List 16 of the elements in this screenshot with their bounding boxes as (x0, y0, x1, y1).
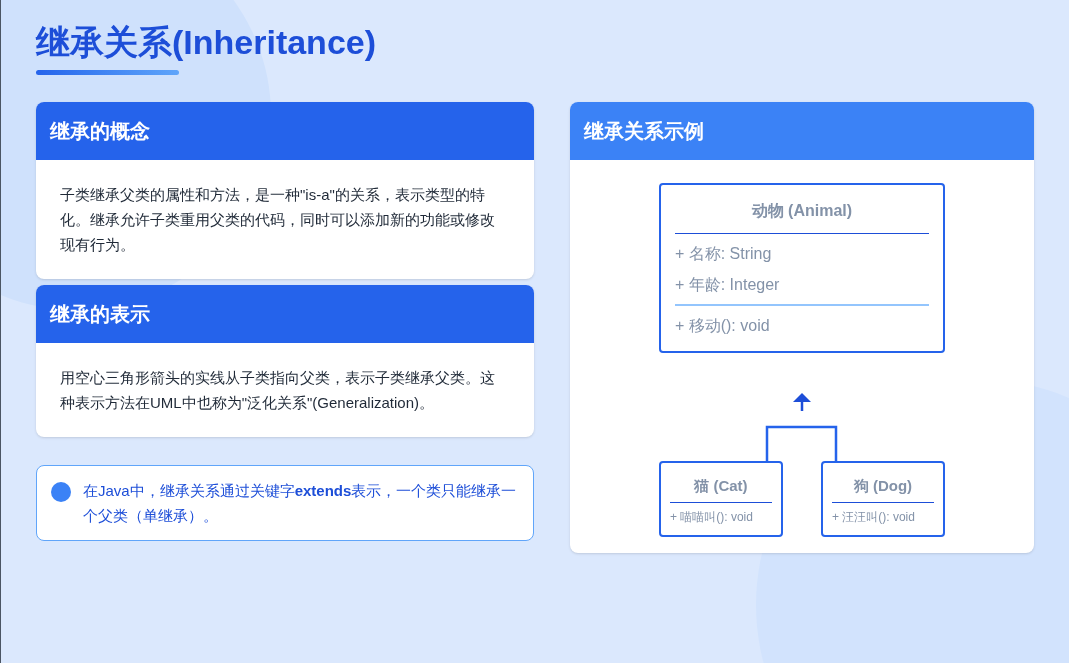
class-method: + 移动(): void (674, 316, 771, 336)
card-heading: 继承关系示例 (583, 119, 704, 144)
class-name: 猫 (Cat) (669, 475, 772, 503)
card-heading: 继承的概念 (50, 119, 150, 144)
class-name: 动物 (Animal) (674, 199, 929, 234)
card-heading: 继承的表示 (50, 302, 150, 327)
inheritance-arrow (792, 393, 811, 411)
note-text: 在Java中，继承关系通过关键字extends表示，一个类只能继承一个父类（单继承）。 (83, 481, 518, 526)
class-method: + 喵喵叫(): void (669, 508, 754, 526)
class-attribute: + 年龄: Integer (674, 275, 781, 295)
class-method: + 汪汪叫(): void (831, 508, 916, 526)
page-title: 继承关系(Inheritance) (36, 22, 377, 63)
class-attribute: + 名称: String (674, 244, 773, 264)
card-body-text: 子类继承父类的属性和方法，是一种"is-a"的关系，表示类型的特化。继承允许子类重用父类的代码，同时可以添加新的功能或修改现有行为。 (59, 185, 496, 255)
class-name: 狗 (Dog) (831, 475, 934, 503)
card-body-text: 用空心三角形箭头的实线从子类指向父类，表示子类继承父类。这种表示方法在UML中也称为"泛化关系"(Generalization)。 (59, 368, 496, 413)
